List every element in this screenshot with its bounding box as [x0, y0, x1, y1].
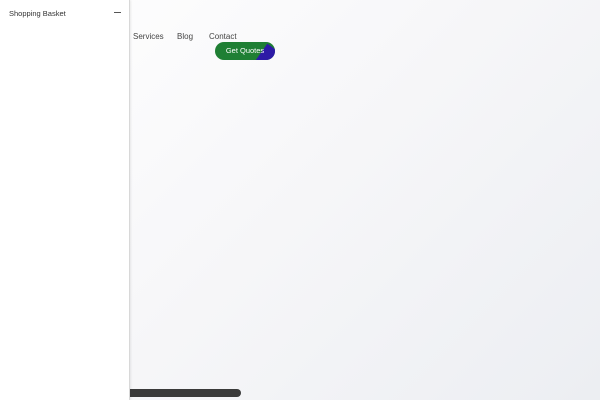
get-quotes-button[interactable]: Get Quotes: [215, 42, 275, 60]
nav-link-contact[interactable]: Contact: [209, 32, 237, 41]
minus-close-icon[interactable]: [113, 8, 123, 18]
nav-link-blog[interactable]: Blog: [177, 32, 193, 41]
get-quotes-label: Get Quotes: [225, 46, 265, 55]
nav-link-services[interactable]: Services: [133, 32, 164, 41]
shopping-basket-drawer: Shopping Basket: [0, 0, 130, 400]
drawer-title: Shopping Basket: [9, 9, 66, 18]
horizontal-scrollbar-thumb[interactable]: [130, 389, 241, 397]
